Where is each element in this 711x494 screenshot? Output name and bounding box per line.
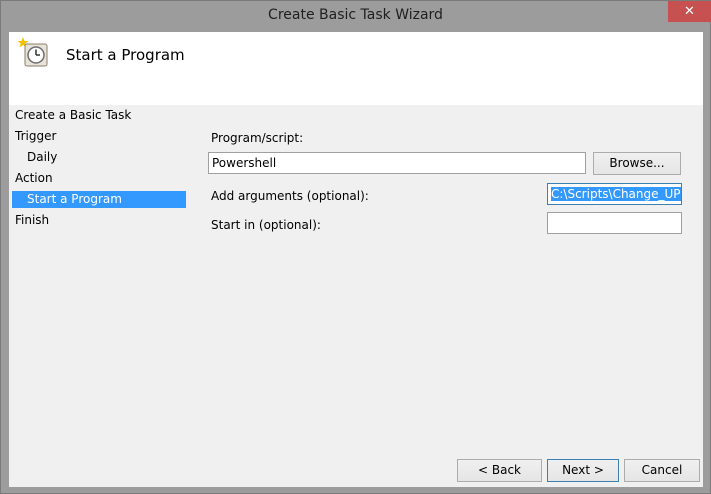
nav-step-start-a-program: Start a Program: [12, 191, 186, 208]
wizard-header: Start a Program: [9, 32, 703, 105]
program-script-label: Program/script:: [211, 131, 304, 145]
nav-step-trigger: Trigger: [15, 129, 57, 143]
page-title: Start a Program: [66, 46, 185, 64]
start-in-input[interactable]: [547, 212, 682, 234]
cancel-button[interactable]: Cancel: [624, 459, 700, 482]
browse-button[interactable]: Browse...: [593, 152, 681, 175]
wizard-content: Create a Basic Task Trigger Daily Action…: [9, 105, 703, 487]
back-button[interactable]: < Back: [457, 459, 542, 482]
close-button[interactable]: ✕: [668, 1, 711, 22]
nav-step-action: Action: [15, 171, 53, 185]
arguments-input[interactable]: C:\Scripts\Change_UPN_: [547, 183, 682, 205]
arguments-value: C:\Scripts\Change_UPN_: [551, 187, 681, 201]
arguments-label: Add arguments (optional):: [211, 189, 369, 203]
window-title: Create Basic Task Wizard: [268, 7, 443, 23]
program-script-input[interactable]: Powershell: [208, 152, 586, 174]
nav-step-create-basic-task: Create a Basic Task: [15, 108, 132, 122]
title-bar[interactable]: Create Basic Task Wizard ✕: [1, 1, 711, 32]
nav-step-daily: Daily: [27, 150, 58, 164]
task-scheduler-clock-icon: [15, 36, 51, 70]
nav-step-finish: Finish: [15, 213, 50, 227]
start-in-label: Start in (optional):: [211, 218, 321, 232]
wizard-window: Create Basic Task Wizard ✕ Start a Progr…: [0, 0, 711, 494]
next-button[interactable]: Next >: [547, 459, 619, 482]
